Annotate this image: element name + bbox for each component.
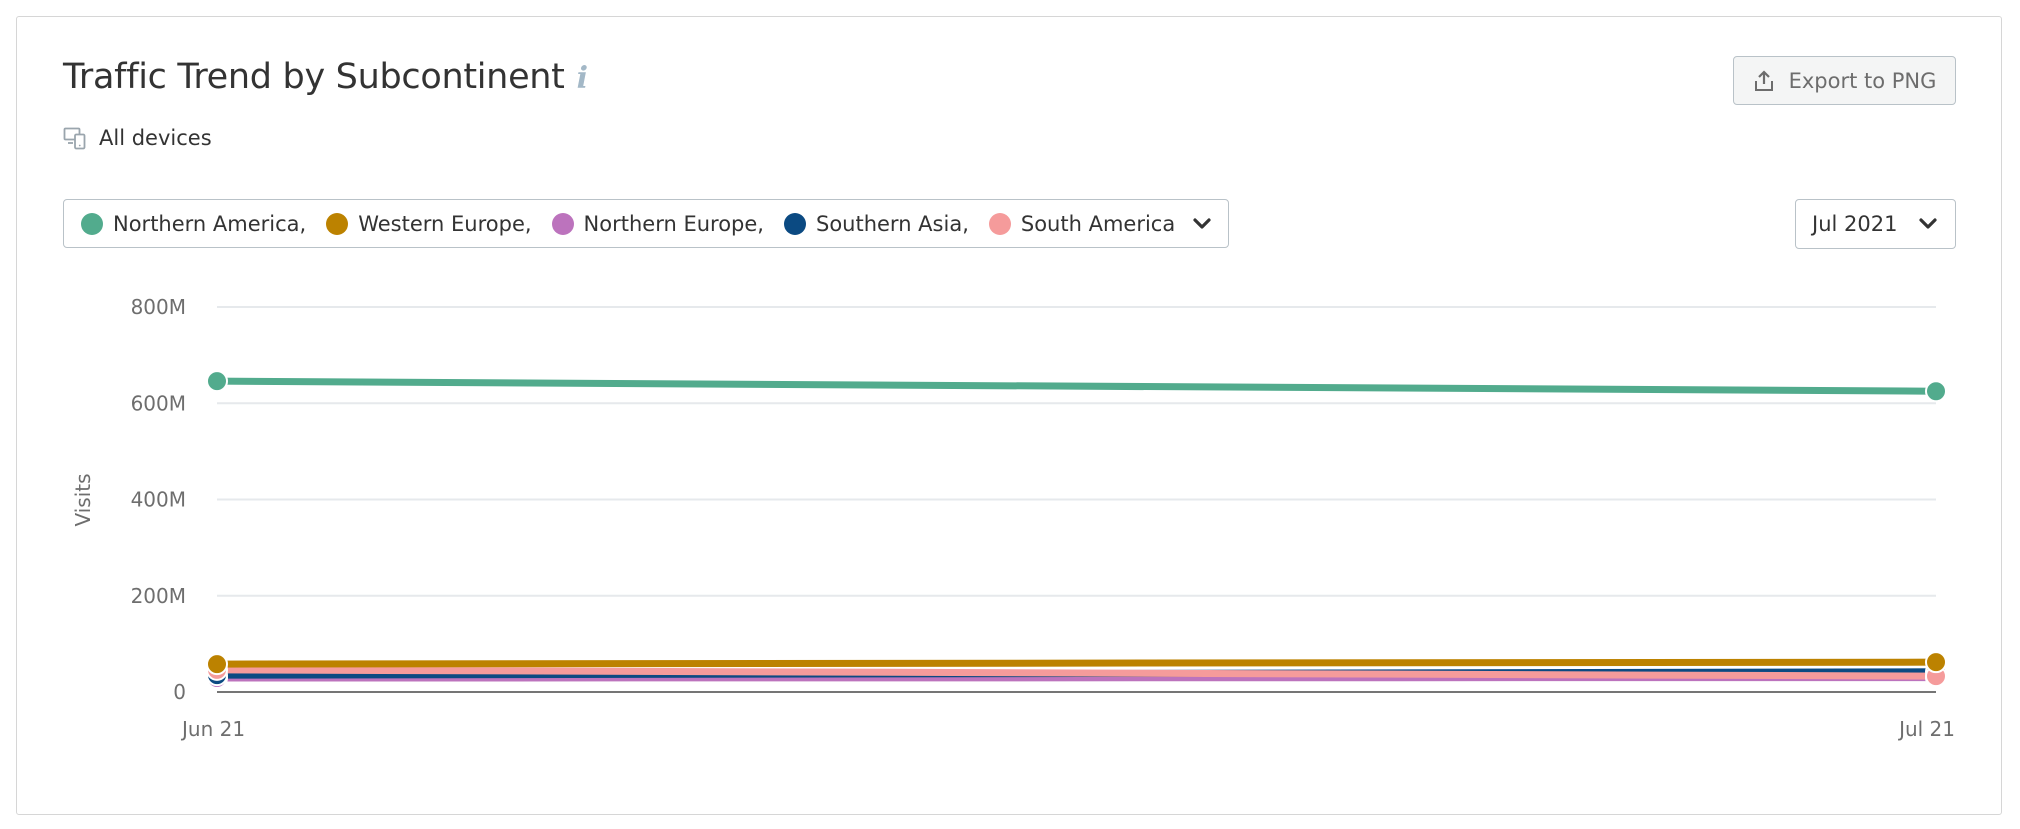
legend-dot-western-europe bbox=[326, 212, 349, 235]
legend-label: South America bbox=[1020, 211, 1176, 236]
date-selector-dropdown[interactable]: Jul 2021 bbox=[1795, 199, 1956, 249]
series-legend-selector[interactable]: Northern America, Western Europe, Northe… bbox=[63, 199, 1229, 248]
date-selector-value: Jul 2021 bbox=[1812, 212, 1898, 236]
data-point-northern-america[interactable] bbox=[206, 370, 228, 393]
legend-item-southern-asia[interactable]: Southern Asia, bbox=[783, 211, 969, 236]
upload-icon bbox=[1754, 69, 1773, 91]
device-filter: All devices bbox=[63, 124, 212, 152]
data-point-northern-america[interactable] bbox=[1925, 380, 1947, 403]
legend-dot-southern-asia bbox=[783, 212, 806, 235]
devices-icon bbox=[63, 127, 86, 150]
chevron-down-icon[interactable] bbox=[1191, 213, 1213, 235]
legend-dot-northern-america bbox=[81, 212, 103, 235]
legend-dot-northern-europe bbox=[551, 212, 574, 235]
chart-title: Traffic Trend by Subcontinent i bbox=[63, 54, 588, 102]
legend-label: Western Europe, bbox=[358, 211, 532, 236]
data-point-western-europe[interactable] bbox=[206, 653, 228, 676]
legend-item-northern-europe[interactable]: Northern Europe, bbox=[551, 211, 764, 236]
info-icon[interactable]: i bbox=[577, 56, 588, 102]
legend-item-northern-america[interactable]: Northern America, bbox=[81, 212, 306, 236]
export-label: Export to PNG bbox=[1788, 68, 1937, 93]
traffic-trend-card bbox=[16, 16, 2002, 815]
chevron-down-icon bbox=[1919, 218, 1938, 229]
legend-label: Northern Europe, bbox=[583, 211, 764, 236]
export-to-png-button[interactable]: Export to PNG bbox=[1733, 56, 1956, 105]
legend-item-south-america[interactable]: South America bbox=[988, 211, 1176, 236]
legend-label: Southern Asia, bbox=[815, 211, 969, 236]
legend-label: Northern America, bbox=[113, 211, 307, 236]
legend-item-western-europe[interactable]: Western Europe, bbox=[326, 211, 532, 236]
data-point-western-europe[interactable] bbox=[1925, 651, 1947, 674]
device-filter-label: All devices bbox=[99, 126, 212, 150]
chart-title-text: Traffic Trend by Subcontinent bbox=[63, 57, 565, 97]
legend-dot-south-america bbox=[988, 212, 1011, 235]
